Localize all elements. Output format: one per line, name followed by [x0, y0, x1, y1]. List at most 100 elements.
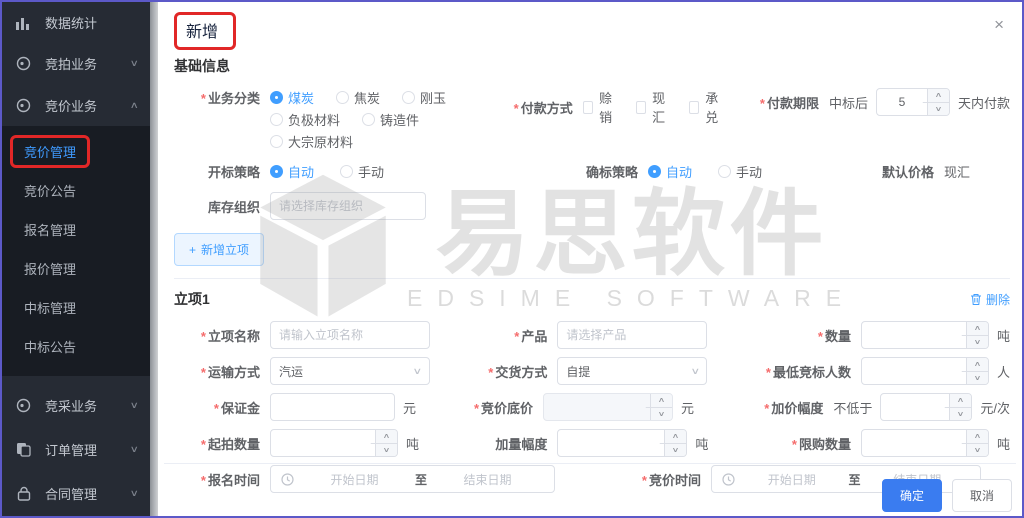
- field-label-min-bidders: *最低竞标人数: [741, 362, 861, 381]
- floor-price-stepper-disabled: ∧∨: [543, 393, 673, 421]
- limit-qty-unit: 吨: [997, 434, 1010, 453]
- sidebar-item-auction-business[interactable]: 竞拍业务 ∨: [2, 43, 150, 84]
- sidebar-item-order-management[interactable]: 订单管理 ∨: [2, 428, 150, 472]
- chevron-down-icon: ∨: [130, 444, 139, 455]
- radio-dot-icon: [718, 165, 731, 178]
- project-heading: 立项1: [174, 289, 210, 309]
- payment-method-checkbox-group: 赊销 现汇 承兑: [583, 88, 725, 126]
- transport-select[interactable]: 汽运 ∨: [270, 357, 430, 385]
- floor-price-unit: 元: [681, 398, 694, 417]
- spinner-up-icon: ∧: [962, 358, 989, 372]
- open-strategy-radio-group: 自动 手动: [270, 162, 384, 181]
- increase-step-unit: 元/次: [980, 398, 1010, 417]
- chevron-down-icon: ∨: [690, 366, 700, 377]
- payment-deadline-prefix: 中标后: [829, 93, 868, 112]
- spinner-down-icon: ∨: [923, 103, 950, 116]
- deposit-input[interactable]: [270, 393, 395, 421]
- field-label-confirm-strategy: 确标策略: [552, 162, 648, 181]
- checkbox-cash[interactable]: 现汇: [636, 88, 672, 126]
- radio-dot-icon: [402, 91, 415, 104]
- limit-qty-stepper[interactable]: ∧∨: [861, 429, 989, 457]
- checkbox-icon: [689, 101, 699, 114]
- default-price-value: 现汇: [944, 162, 970, 181]
- delivery-select[interactable]: 自提 ∨: [557, 357, 707, 385]
- deposit-unit: 元: [403, 398, 416, 417]
- spinner-controls[interactable]: ∧∨: [927, 89, 949, 115]
- field-label-payment-method: *付款方式: [487, 98, 583, 117]
- sidebar-item-label: 竞价业务: [45, 96, 131, 115]
- business-type-radio-group: 煤炭 焦炭 刚玉 负极材料 铸造件 大宗原材料: [270, 88, 446, 151]
- spinner-controls[interactable]: ∧∨: [966, 358, 988, 384]
- chevron-down-icon: ∨: [130, 58, 139, 69]
- radio-anode-material[interactable]: 负极材料: [270, 110, 340, 129]
- radio-coal[interactable]: 煤炭: [270, 88, 314, 107]
- project-name-input[interactable]: [270, 321, 430, 349]
- signup-time-range-picker[interactable]: 开始日期 至 结束日期: [270, 465, 555, 493]
- sidebar-item-label: 订单管理: [45, 440, 131, 459]
- sidebar-item-winning-bid-announcement[interactable]: 中标公告: [2, 327, 150, 366]
- field-label-quantity: *数量: [741, 326, 861, 345]
- increase-step-stepper[interactable]: ∧∨: [880, 393, 972, 421]
- spinner-up-icon: ∧: [923, 89, 950, 103]
- qty-step-stepper[interactable]: ∧∨: [557, 429, 687, 457]
- annotation-red-box: 新增: [174, 12, 236, 50]
- sidebar-item-contract-management[interactable]: 合同管理 ∨: [2, 472, 150, 516]
- sidebar-item-bidding-management[interactable]: 竞价管理: [2, 132, 150, 171]
- sidebar-item-quote-management[interactable]: 报价管理: [2, 249, 150, 288]
- radio-dot-icon: [362, 113, 375, 126]
- spinner-controls[interactable]: ∧∨: [375, 430, 397, 456]
- radio-open-auto[interactable]: 自动: [270, 162, 314, 181]
- spinner-controls: ∧∨: [650, 394, 672, 420]
- sidebar-item-data-statistics[interactable]: 数据统计: [2, 2, 150, 43]
- sidebar-item-bidding-announcement[interactable]: 竞价公告: [2, 171, 150, 210]
- cancel-button[interactable]: 取消: [952, 479, 1012, 512]
- checkbox-acceptance[interactable]: 承兑: [689, 88, 725, 126]
- radio-corundum[interactable]: 刚玉: [402, 88, 446, 107]
- spinner-up-icon: ∧: [945, 394, 972, 408]
- start-qty-stepper[interactable]: ∧∨: [270, 429, 398, 457]
- radio-castings[interactable]: 铸造件: [362, 110, 419, 129]
- sidebar-scrollbar[interactable]: [150, 2, 158, 516]
- app-window: 数据统计 竞拍业务 ∨ 竞价业务 ∧ 竞价管理 竞价公告 报名管理 报价管理 中…: [0, 0, 1024, 518]
- radio-coke[interactable]: 焦炭: [336, 88, 380, 107]
- add-project-button[interactable]: + 新增立项: [174, 233, 264, 266]
- product-input[interactable]: [557, 321, 707, 349]
- close-icon[interactable]: ×: [994, 16, 1004, 33]
- sidebar-item-registration-management[interactable]: 报名管理: [2, 210, 150, 249]
- sidebar-item-winning-bid-management[interactable]: 中标管理: [2, 288, 150, 327]
- range-separator: 至: [849, 471, 861, 488]
- quantity-stepper[interactable]: ∧∨: [861, 321, 989, 349]
- sidebar-item-label: 数据统计: [45, 13, 138, 32]
- radio-bulk-raw-material[interactable]: 大宗原材料: [270, 132, 353, 151]
- radio-open-manual[interactable]: 手动: [340, 162, 384, 181]
- spinner-controls[interactable]: ∧∨: [664, 430, 686, 456]
- spinner-up-icon: ∧: [371, 430, 398, 444]
- radio-confirm-manual[interactable]: 手动: [718, 162, 762, 181]
- spinner-controls[interactable]: ∧∨: [966, 322, 988, 348]
- sidebar-item-procurement-business[interactable]: 竞采业务 ∨: [2, 384, 150, 428]
- range-separator: 至: [415, 471, 427, 488]
- spinner-down-icon: ∨: [962, 372, 989, 385]
- radio-confirm-auto[interactable]: 自动: [648, 162, 692, 181]
- auction-icon: [15, 55, 32, 72]
- dialog-title: 新增: [186, 24, 218, 41]
- sidebar-item-bidding-business[interactable]: 竞价业务 ∧: [2, 85, 150, 126]
- payment-deadline-days-input[interactable]: [877, 89, 927, 115]
- field-label-payment-deadline: *付款期限: [725, 93, 829, 112]
- inventory-org-input[interactable]: [270, 192, 426, 220]
- radio-dot-icon: [336, 91, 349, 104]
- payment-deadline-days-stepper[interactable]: ∧∨: [876, 88, 950, 116]
- delete-project-button[interactable]: 删除: [970, 291, 1010, 308]
- spinner-controls[interactable]: ∧∨: [949, 394, 971, 420]
- radio-dot-icon: [648, 165, 661, 178]
- chevron-up-icon: ∧: [130, 100, 139, 111]
- lock-icon: [15, 485, 32, 502]
- checkbox-credit-sale[interactable]: 赊销: [583, 88, 619, 126]
- spinner-controls[interactable]: ∧∨: [966, 430, 988, 456]
- min-bidders-stepper[interactable]: ∧∨: [861, 357, 989, 385]
- radio-dot-icon: [270, 135, 283, 148]
- field-label-product: *产品: [467, 326, 557, 345]
- plus-icon: +: [189, 243, 196, 257]
- min-bidders-unit: 人: [997, 362, 1010, 381]
- confirm-button[interactable]: 确定: [882, 479, 942, 512]
